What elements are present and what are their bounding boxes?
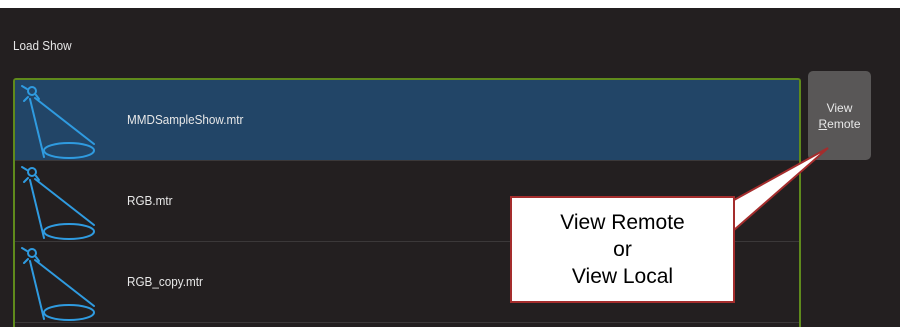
fixture-beam-icon (21, 166, 95, 240)
callout-line-2: or (613, 238, 632, 261)
fixture-beam-icon (21, 247, 95, 321)
load-show-window: Load Show MMDSampleShow.mtr RGB.mtr RGB_… (0, 8, 900, 327)
show-row-mmdsampleshow[interactable]: MMDSampleShow.mtr (15, 80, 799, 161)
fixture-beam-icon (21, 85, 95, 159)
show-file-name: RGB_copy.mtr (127, 274, 203, 289)
accelerator-key: R (818, 116, 828, 131)
callout-line-1: View Remote (560, 211, 685, 234)
view-remote-label-line2: Remote (808, 116, 871, 132)
show-file-name: MMDSampleShow.mtr (127, 112, 244, 127)
view-remote-label-line1: View (826, 100, 853, 115)
callout-line-3: View Local (571, 265, 674, 288)
callout-annotation: View Remote or View Local (510, 196, 735, 303)
view-remote-button[interactable]: View Remote (808, 71, 871, 160)
view-remote-label-rest: emote (827, 116, 861, 131)
show-file-name: RGB.mtr (127, 193, 173, 208)
window-title: Load Show (13, 38, 72, 53)
